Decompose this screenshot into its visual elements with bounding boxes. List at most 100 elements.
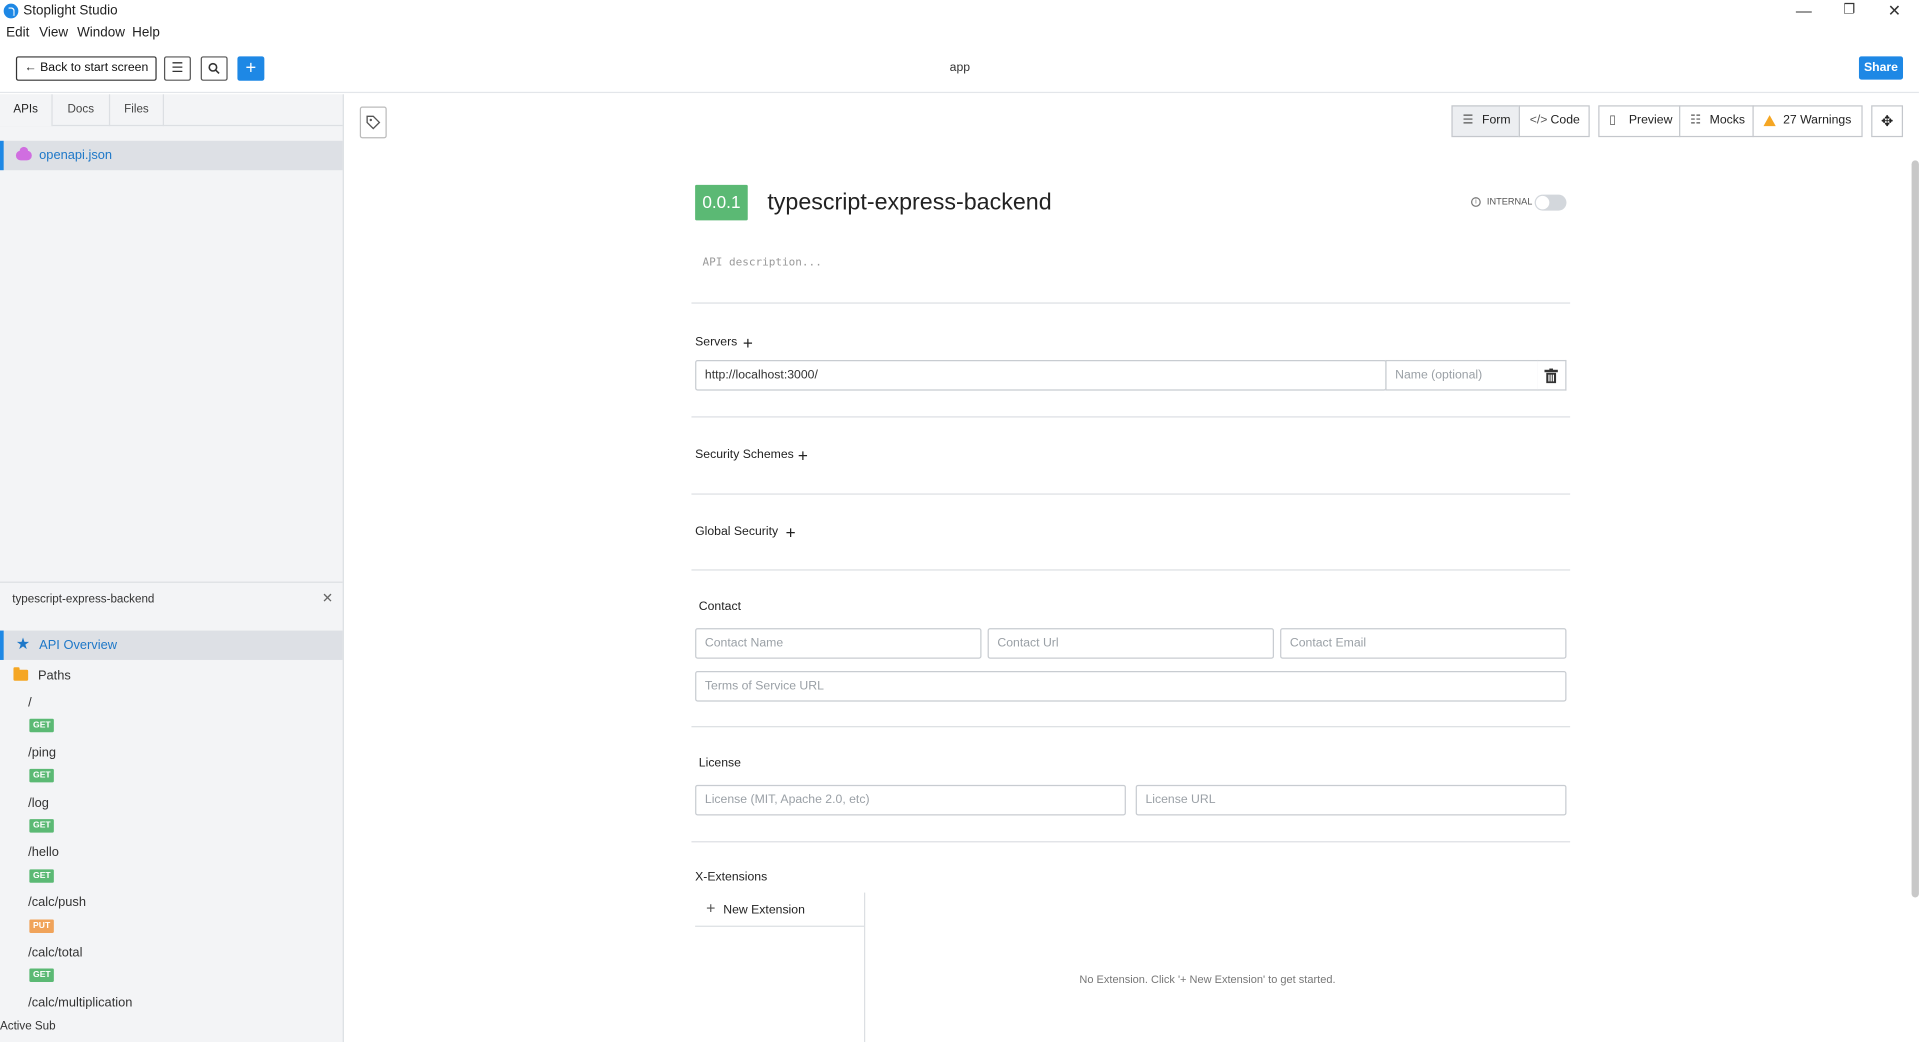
preview-label: Preview (1628, 113, 1673, 128)
tab-docs[interactable]: Docs (53, 94, 111, 127)
tab-apis[interactable]: APIs (0, 94, 53, 127)
code-view-button[interactable]: </> Code (1518, 105, 1590, 138)
trash-icon (1544, 368, 1558, 384)
scrollbar[interactable] (1911, 160, 1919, 898)
mocks-button[interactable]: ☷ Mocks (1679, 105, 1754, 138)
tags-button[interactable] (359, 106, 387, 139)
arrow-left-icon: ← (24, 61, 41, 75)
nav-label: Paths (37, 668, 71, 684)
form-label: Form (1482, 113, 1511, 128)
hamburger-icon: ☰ (171, 61, 184, 76)
warnings-button[interactable]: 27 Warnings (1752, 105, 1863, 138)
sidebar-tabs: APIs Docs Files (0, 94, 343, 127)
project-name: app (949, 61, 971, 75)
folder-icon (13, 667, 29, 681)
contact-email-input[interactable]: Contact Email (1280, 628, 1567, 659)
status-text: Active Sub (0, 1019, 56, 1034)
search-button[interactable] (200, 56, 228, 81)
server-name-input[interactable]: Name (optional) (1385, 359, 1539, 391)
extension-list: + New Extension (695, 892, 866, 1042)
divider (691, 569, 1571, 571)
expand-button[interactable]: ✥ (1871, 105, 1904, 138)
nav-label: API Overview (39, 637, 118, 653)
title-bar: Stoplight Studio — ❐ ✕ (0, 0, 1919, 23)
file-name: openapi.json (39, 148, 113, 163)
back-to-start-button[interactable]: ← Back to start screen (15, 56, 157, 81)
star-icon: ★ (15, 634, 31, 653)
api-description-field[interactable]: API description... (702, 257, 821, 269)
terms-of-service-input[interactable]: Terms of Service URL (695, 670, 1567, 702)
path-item[interactable]: /ping (28, 746, 56, 761)
menu-help[interactable]: Help (132, 26, 160, 41)
top-toolbar: ← Back to start screen ☰ + app Share (0, 49, 1919, 94)
add-server-icon[interactable]: + (743, 334, 753, 351)
divider (691, 493, 1571, 495)
contact-name-input[interactable]: Contact Name (695, 628, 982, 659)
info-icon: i (1471, 197, 1481, 207)
close-icon[interactable]: ✕ (322, 590, 333, 606)
method-badge[interactable]: GET (29, 968, 55, 982)
menu-view[interactable]: View (39, 26, 68, 41)
contact-heading: Contact (698, 599, 741, 614)
license-name-input[interactable]: License (MIT, Apache 2.0, etc) (695, 784, 1126, 816)
license-heading: License (698, 756, 741, 771)
minimize-button[interactable]: — (1781, 0, 1828, 23)
path-item[interactable]: /calc/push (28, 895, 86, 910)
nav-api-overview[interactable]: ★ API Overview (0, 630, 343, 660)
security-schemes-heading: Security Schemes (695, 448, 794, 462)
cloud-icon (15, 146, 32, 161)
preview-button[interactable]: ▯ Preview (1598, 105, 1681, 138)
menu-edit[interactable]: Edit (6, 26, 29, 41)
method-badge[interactable]: GET (29, 718, 55, 733)
internal-toggle[interactable] (1534, 194, 1567, 211)
window-title: Stoplight Studio (23, 3, 118, 19)
restore-button[interactable]: ❐ (1826, 0, 1873, 23)
divider (691, 841, 1571, 843)
license-url-input[interactable]: License URL (1135, 784, 1567, 816)
add-security-scheme-icon[interactable]: + (798, 447, 808, 464)
close-window-button[interactable]: ✕ (1871, 0, 1918, 23)
tab-files[interactable]: Files (110, 94, 164, 127)
version-badge[interactable]: 0.0.1 (695, 184, 748, 221)
code-label: Code (1550, 113, 1580, 128)
path-item[interactable]: / (28, 695, 32, 710)
add-global-security-icon[interactable]: + (786, 524, 796, 541)
divider (691, 726, 1571, 728)
mocks-label: Mocks (1709, 113, 1746, 128)
form-view-button[interactable]: ☰ Form (1451, 105, 1520, 138)
stoplight-logo-icon (3, 3, 19, 19)
nav-paths[interactable]: Paths (0, 661, 343, 690)
code-icon: </> (1529, 113, 1548, 128)
move-icon: ✥ (1880, 112, 1894, 130)
path-item[interactable]: /calc/total (28, 945, 82, 960)
method-badge[interactable]: GET (29, 869, 55, 883)
outline-title: typescript-express-backend (12, 592, 155, 607)
x-extensions-heading: X-Extensions (695, 870, 768, 885)
outline-header: typescript-express-backend ✕ (0, 581, 343, 619)
method-badge[interactable]: PUT (29, 919, 54, 933)
path-item[interactable]: /log (28, 796, 49, 811)
method-badge[interactable]: GET (29, 819, 55, 833)
file-item-openapi[interactable]: openapi.json (0, 140, 343, 171)
new-extension-button[interactable]: + New Extension (695, 893, 865, 927)
delete-server-button[interactable] (1537, 359, 1567, 391)
divider (691, 416, 1571, 418)
global-security-heading: Global Security (695, 525, 779, 539)
new-extension-label: New Extension (723, 903, 805, 918)
path-item[interactable]: /hello (28, 845, 59, 860)
document-icon: ▯ (1609, 113, 1617, 128)
method-badge[interactable]: GET (29, 768, 55, 783)
share-button[interactable]: Share (1858, 56, 1904, 80)
menu-hamburger-button[interactable]: ☰ (163, 56, 191, 81)
menu-window[interactable]: Window (77, 26, 125, 41)
list-icon: ☰ (1462, 113, 1474, 128)
contact-url-input[interactable]: Contact Url (987, 628, 1274, 659)
add-button[interactable]: + (237, 56, 265, 81)
api-title[interactable]: typescript-express-backend (767, 190, 1051, 217)
x-extensions-panel: + New Extension (695, 892, 1566, 1042)
path-item[interactable]: /calc/multiplication (28, 995, 132, 1010)
server-url-input[interactable]: http://localhost:3000/ (695, 359, 1387, 391)
internal-label: INTERNAL (1486, 195, 1533, 207)
empty-state-text: No Extension. Click '+ New Extension' to… (1079, 973, 1336, 986)
server-icon: ☷ (1690, 113, 1702, 128)
